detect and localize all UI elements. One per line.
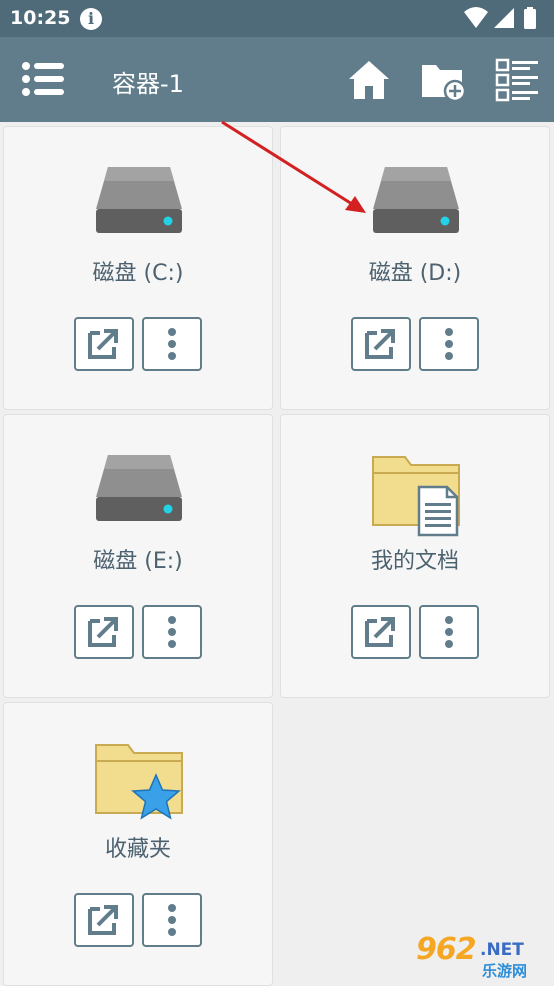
open-external-icon bbox=[353, 319, 409, 369]
signal-icon bbox=[494, 8, 514, 28]
favorites-folder-icon bbox=[92, 735, 186, 825]
more-vertical-icon bbox=[421, 607, 477, 657]
more-button[interactable] bbox=[142, 317, 202, 371]
item-label: 收藏夹 bbox=[4, 831, 272, 863]
wifi-icon bbox=[464, 7, 488, 28]
documents-folder-icon bbox=[369, 447, 463, 537]
more-button[interactable] bbox=[419, 317, 479, 371]
hard-drive-icon bbox=[92, 159, 186, 249]
open-external-icon bbox=[76, 319, 132, 369]
list-menu-icon[interactable] bbox=[20, 59, 68, 99]
open-external-icon bbox=[76, 895, 132, 945]
open-external-icon bbox=[76, 607, 132, 657]
list-view-icon[interactable] bbox=[494, 57, 540, 103]
more-button[interactable] bbox=[419, 605, 479, 659]
status-indicators bbox=[462, 6, 542, 32]
storage-item-favorites[interactable]: 收藏夹 bbox=[3, 702, 273, 986]
status-bar: 10:25 i bbox=[0, 0, 554, 37]
home-icon[interactable] bbox=[346, 57, 392, 103]
storage-item-disk-e[interactable]: 磁盘 (E:) bbox=[3, 414, 273, 698]
item-label: 我的文档 bbox=[281, 543, 549, 575]
info-icon: i bbox=[80, 8, 102, 30]
watermark-brand: 962 bbox=[416, 932, 476, 967]
more-button[interactable] bbox=[142, 893, 202, 947]
open-external-icon bbox=[353, 607, 409, 657]
status-time: 10:25 bbox=[10, 7, 70, 29]
open-button[interactable] bbox=[74, 893, 134, 947]
item-label: 磁盘 (D:) bbox=[281, 255, 549, 287]
hard-drive-icon bbox=[369, 159, 463, 249]
storage-item-disk-c[interactable]: 磁盘 (C:) bbox=[3, 126, 273, 410]
storage-item-my-documents[interactable]: 我的文档 bbox=[280, 414, 550, 698]
item-label: 磁盘 (E:) bbox=[4, 543, 272, 575]
open-button[interactable] bbox=[351, 317, 411, 371]
open-button[interactable] bbox=[74, 317, 134, 371]
folder-add-icon[interactable] bbox=[420, 57, 466, 103]
storage-item-disk-d[interactable]: 磁盘 (D:) bbox=[280, 126, 550, 410]
open-button[interactable] bbox=[74, 605, 134, 659]
more-vertical-icon bbox=[144, 607, 200, 657]
storage-grid: 磁盘 (C:) 磁盘 (D:) bbox=[0, 122, 554, 984]
more-vertical-icon bbox=[144, 895, 200, 945]
item-label: 磁盘 (C:) bbox=[4, 255, 272, 287]
more-vertical-icon bbox=[144, 319, 200, 369]
watermark-suffix: .NET bbox=[480, 940, 524, 960]
open-button[interactable] bbox=[351, 605, 411, 659]
watermark-sub: 乐游网 bbox=[482, 960, 527, 981]
hard-drive-icon bbox=[92, 447, 186, 537]
more-vertical-icon bbox=[421, 319, 477, 369]
page-title: 容器-1 bbox=[112, 64, 184, 99]
battery-icon bbox=[524, 9, 536, 29]
more-button[interactable] bbox=[142, 605, 202, 659]
app-toolbar: 容器-1 bbox=[0, 37, 554, 122]
watermark-logo: 962 .NET 乐游网 bbox=[408, 932, 548, 980]
